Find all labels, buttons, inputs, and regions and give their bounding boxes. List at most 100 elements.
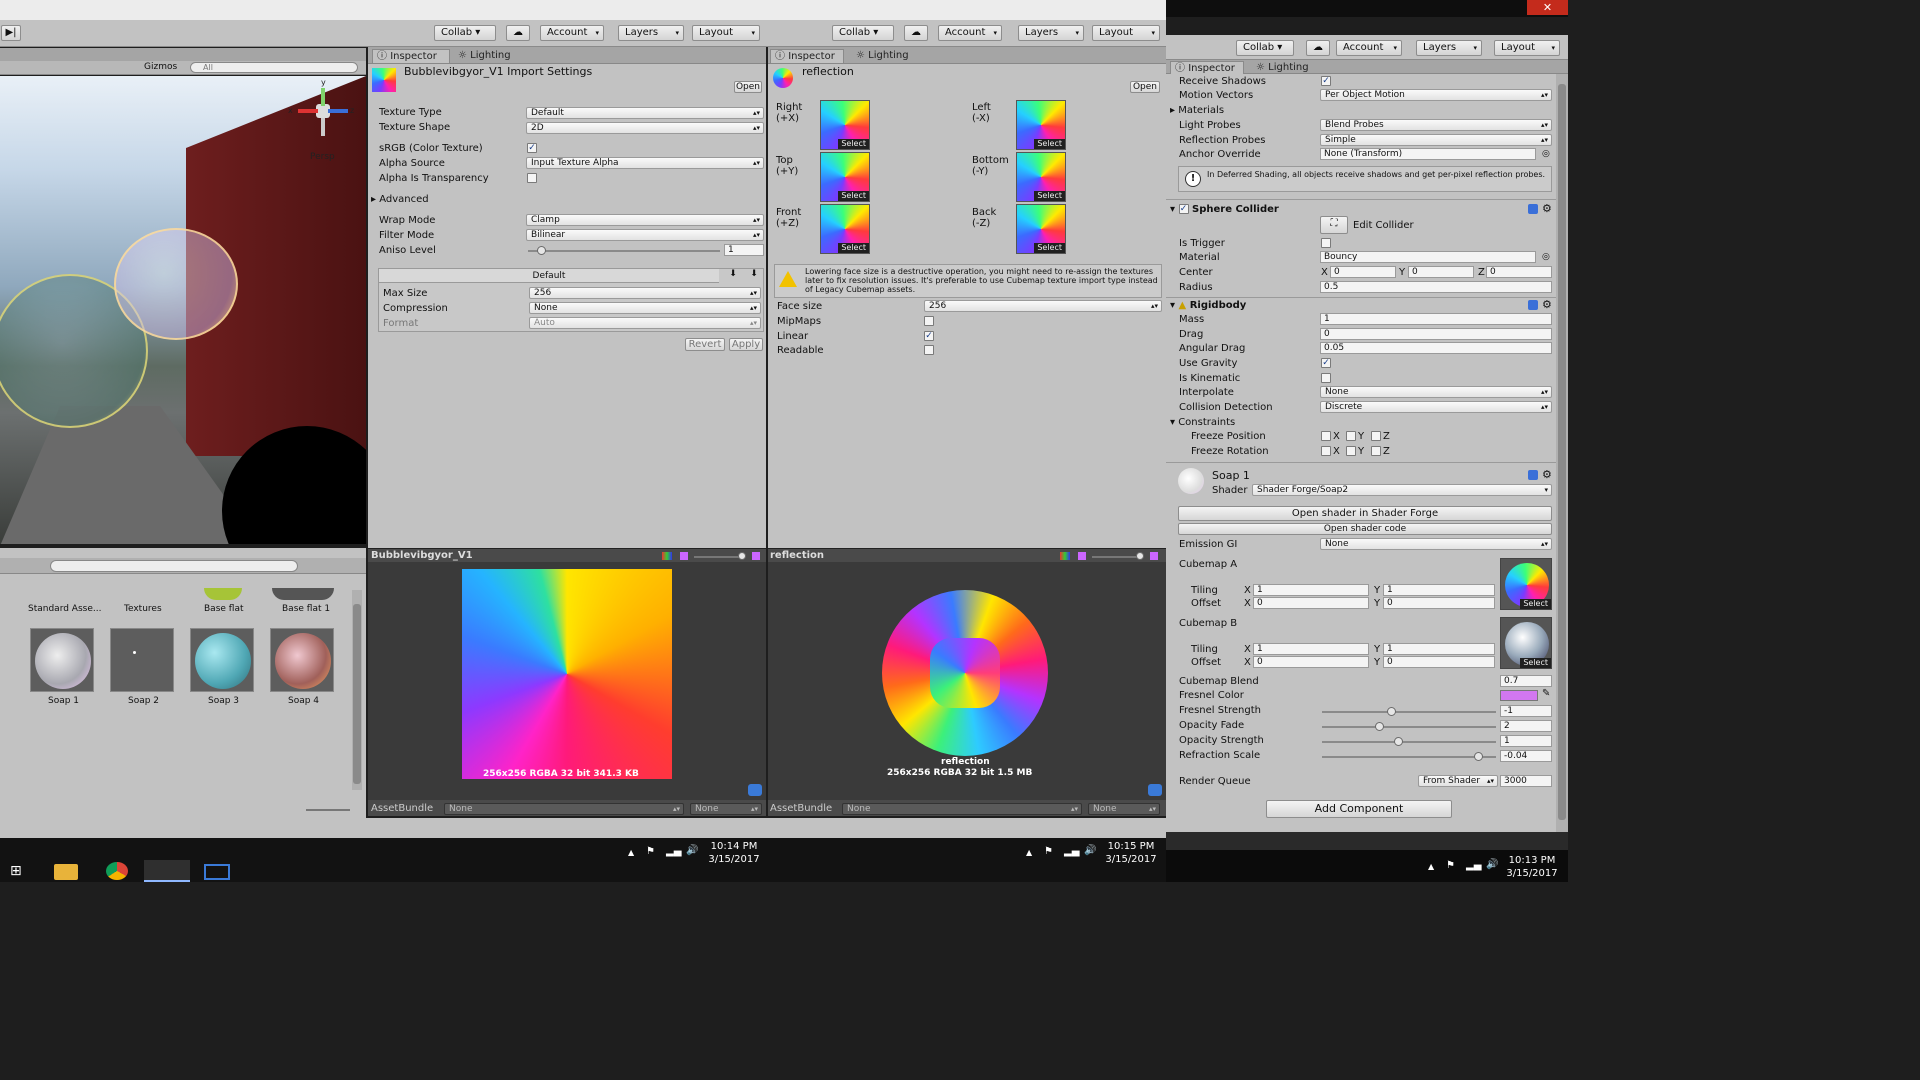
project-item-top-3[interactable]: Base flat	[204, 604, 244, 614]
freeze-position-y-checkbox[interactable]	[1346, 431, 1356, 441]
close-button[interactable]: ✕	[1527, 0, 1568, 15]
texture-type-select[interactable]: Default ▴▾	[526, 107, 764, 119]
account-dropdown[interactable]: Account ▾	[938, 25, 1002, 41]
opacity-strength-field[interactable]: 1	[1500, 735, 1552, 747]
help-icon[interactable]	[1528, 470, 1538, 480]
cubemap-a-slot[interactable]: Select	[1500, 558, 1552, 610]
target-icon[interactable]: ◎	[1542, 252, 1550, 262]
open-button[interactable]: Open	[734, 81, 762, 93]
alpha-source-select[interactable]: Input Texture Alpha ▴▾	[526, 157, 764, 169]
add-component-button[interactable]: Add Component	[1266, 800, 1452, 818]
edit-collider-button[interactable]: ⛶	[1320, 216, 1348, 234]
refraction-scale-slider[interactable]	[1322, 756, 1496, 758]
clock-date[interactable]: 3/15/2017	[1502, 867, 1562, 880]
tag-icon[interactable]	[1148, 784, 1162, 796]
face-back-slot[interactable]: Select	[1016, 204, 1066, 254]
rgb-icon[interactable]	[1060, 552, 1070, 560]
is-kinematic-checkbox[interactable]	[1321, 373, 1331, 383]
mip-slider[interactable]	[1092, 556, 1142, 558]
linear-checkbox[interactable]: ✓	[924, 331, 934, 341]
anchor-override-field[interactable]: None (Transform)	[1320, 148, 1536, 160]
tab-lighting[interactable]: ☼ Lighting	[454, 49, 524, 63]
cubemap-a-tiling-x[interactable]: 1	[1253, 584, 1369, 596]
is-trigger-checkbox[interactable]	[1321, 238, 1331, 248]
opacity-fade-knob[interactable]	[1375, 722, 1384, 731]
clock-date[interactable]: 3/15/2017	[706, 853, 762, 866]
unity-taskbar-button[interactable]	[144, 860, 190, 882]
assetbundle-variant-select[interactable]: None ▴▾	[690, 803, 762, 815]
interpolate-select[interactable]: None ▴▾	[1320, 386, 1552, 398]
freeze-rotation-z-checkbox[interactable]	[1371, 446, 1381, 456]
clock-time[interactable]: 10:15 PM	[1102, 840, 1160, 853]
flag-icon[interactable]: ⚑	[1044, 846, 1053, 857]
layout-dropdown[interactable]: Layout ▾	[1494, 40, 1560, 56]
clock-time[interactable]: 10:13 PM	[1502, 854, 1562, 867]
drag-field[interactable]: 0	[1320, 328, 1552, 340]
gear-icon[interactable]: ⚙	[1542, 468, 1552, 481]
reflection-probes-select[interactable]: Simple ▴▾	[1320, 134, 1552, 146]
assetbundle-select[interactable]: None ▴▾	[444, 803, 684, 815]
collab-button[interactable]: Collab ▾	[1236, 40, 1294, 56]
flag-icon[interactable]: ⚑	[1446, 860, 1455, 871]
volume-icon[interactable]: 🔊	[686, 845, 698, 856]
cloud-icon[interactable]: ☁	[506, 25, 530, 41]
cubemap-a-tiling-y[interactable]: 1	[1383, 584, 1495, 596]
tray-chevron-icon[interactable]: ▲	[1428, 862, 1434, 871]
aniso-level-field[interactable]: 1	[724, 244, 764, 256]
gear-icon[interactable]: ⚙	[1542, 298, 1552, 311]
shader-select[interactable]: Shader Forge/Soap2 ▾	[1252, 484, 1552, 496]
clock-date[interactable]: 3/15/2017	[1102, 853, 1160, 866]
collab-button[interactable]: Collab ▾	[832, 25, 894, 41]
cubemap-b-tiling-x[interactable]: 1	[1253, 643, 1369, 655]
project-item-top-4[interactable]: Base flat 1	[282, 604, 330, 614]
cubemap-a-offset-x[interactable]: 0	[1253, 597, 1369, 609]
readable-checkbox[interactable]	[924, 345, 934, 355]
face-right-slot[interactable]: Select	[820, 100, 870, 150]
fresnel-strength-field[interactable]: -1	[1500, 705, 1552, 717]
render-queue-field[interactable]: 3000	[1500, 775, 1552, 787]
revert-button[interactable]: Revert	[685, 338, 725, 351]
alpha-icon[interactable]	[680, 552, 688, 560]
materials-foldout[interactable]: ▸ Materials	[1170, 105, 1224, 117]
face-top-slot[interactable]: Select	[820, 152, 870, 202]
platform-icon[interactable]: ⬇	[745, 269, 763, 283]
assetbundle-variant-select[interactable]: None ▴▾	[1088, 803, 1160, 815]
soap1-thumb[interactable]	[30, 628, 94, 692]
network-icon[interactable]: ▂▄	[1064, 846, 1079, 857]
mip-slider-knob[interactable]	[1136, 552, 1144, 560]
alpha-transparency-checkbox[interactable]	[527, 173, 537, 183]
network-icon[interactable]: ▂▄	[666, 846, 681, 857]
layers-dropdown[interactable]: Layers ▾	[618, 25, 684, 41]
tray-chevron-icon[interactable]: ▲	[628, 848, 634, 857]
emission-gi-select[interactable]: None ▴▾	[1320, 538, 1552, 550]
app-taskbar-button[interactable]	[204, 864, 230, 880]
cloud-icon[interactable]: ☁	[904, 25, 928, 41]
layout-dropdown[interactable]: Layout ▾	[692, 25, 760, 41]
cubemap-b-slot[interactable]: Select	[1500, 617, 1552, 669]
tab-inspector[interactable]: ⓘ Inspector	[770, 49, 844, 63]
tab-lighting[interactable]: ☼ Lighting	[852, 49, 922, 63]
tray-chevron-icon[interactable]: ▲	[1026, 848, 1032, 857]
network-icon[interactable]: ▂▄	[1466, 860, 1481, 871]
opacity-fade-slider[interactable]	[1322, 726, 1496, 728]
checker-icon[interactable]	[1150, 552, 1158, 560]
cloud-icon[interactable]: ☁	[1306, 40, 1330, 56]
freeze-position-x-checkbox[interactable]	[1321, 431, 1331, 441]
soap4-thumb[interactable]	[270, 628, 334, 692]
file-explorer-icon[interactable]	[54, 864, 78, 880]
collision-detection-select[interactable]: Discrete ▴▾	[1320, 401, 1552, 413]
cubemap-b-offset-y[interactable]: 0	[1383, 656, 1495, 668]
platform-tab-default[interactable]: Default	[379, 269, 719, 283]
start-icon[interactable]: ⊞	[10, 864, 32, 878]
wrap-mode-select[interactable]: Clamp ▴▾	[526, 214, 764, 226]
cubemap-a-offset-y[interactable]: 0	[1383, 597, 1495, 609]
compression-select[interactable]: None ▴▾	[529, 302, 761, 314]
help-icon[interactable]	[1528, 204, 1538, 214]
filter-mode-select[interactable]: Bilinear ▴▾	[526, 229, 764, 241]
tag-icon[interactable]	[748, 784, 762, 796]
apply-button[interactable]: Apply	[729, 338, 763, 351]
mass-field[interactable]: 1	[1320, 313, 1552, 325]
srgb-checkbox[interactable]: ✓	[527, 143, 537, 153]
angular-drag-field[interactable]: 0.05	[1320, 342, 1552, 354]
layers-dropdown[interactable]: Layers ▾	[1416, 40, 1482, 56]
